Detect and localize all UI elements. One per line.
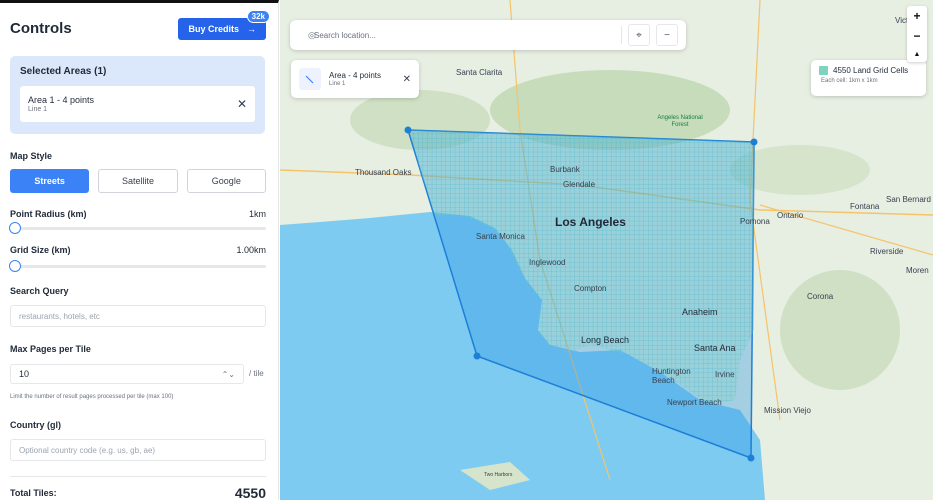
point-radius-value: 1km xyxy=(248,209,266,219)
map-canvas[interactable]: Los Angeles Burbank Glendale Santa Monic… xyxy=(280,0,933,500)
stepper-icon[interactable]: ⌃⌄ xyxy=(222,370,235,379)
style-streets-button[interactable]: Streets xyxy=(10,169,90,193)
max-pages-value: 10 xyxy=(19,369,30,379)
compass-icon[interactable]: ▲ xyxy=(914,51,921,58)
total-tiles-value: 4550 xyxy=(234,485,266,500)
area-chip[interactable]: Area - 4 points Line 1 ✕ xyxy=(291,60,419,98)
grid-size-value: 1.00km xyxy=(236,245,266,255)
collapse-button[interactable]: − xyxy=(656,24,678,46)
controls-sidebar: Controls Buy Credits → 32k Selected Area… xyxy=(0,0,279,500)
place-label-moreno: Moren xyxy=(906,266,929,275)
country-input[interactable]: Optional country code (e.g. us, gb, ae) xyxy=(10,439,266,461)
point-radius-row: Point Radius (km) 1km xyxy=(10,209,266,219)
style-satellite-button[interactable]: Satellite xyxy=(98,169,178,193)
grid-legend: 4550 Land Grid Cells Each cell: 1km x 1k… xyxy=(811,60,926,96)
remove-area-icon[interactable]: ✕ xyxy=(237,97,247,111)
map-style-label: Map Style xyxy=(10,151,53,161)
max-pages-hint: Limit the number of result pages process… xyxy=(10,394,174,400)
zoom-controls: + − ▲ xyxy=(907,6,927,62)
place-label-long-beach: Long Beach xyxy=(581,335,630,345)
point-radius-label: Point Radius (km) xyxy=(10,209,87,219)
total-tiles-label: Total Tiles: xyxy=(10,488,57,498)
search-query-input[interactable]: restaurants, hotels, etc xyxy=(10,305,266,327)
legend-title: 4550 Land Grid Cells xyxy=(833,66,909,75)
place-label-los-angeles: Los Angeles xyxy=(555,215,626,229)
arrow-right-icon: → xyxy=(247,24,256,34)
place-label-irvine: Irvine xyxy=(715,370,735,379)
place-label-huntington-beach: Huntington Beach xyxy=(652,367,691,385)
map-style-toggle: Streets Satellite Google xyxy=(10,169,266,193)
grid-size-row: Grid Size (km) 1.00km xyxy=(10,245,266,255)
search-query-label: Search Query xyxy=(10,286,69,296)
point-radius-slider[interactable] xyxy=(9,222,266,234)
legend-subtitle: Each cell: 1km x 1km xyxy=(821,78,878,84)
selected-area-subtitle: Line 1 xyxy=(28,106,48,113)
place-label-anaheim: Anaheim xyxy=(682,307,718,317)
place-label-fontana: Fontana xyxy=(850,202,880,211)
place-label-mission-viejo: Mission Viejo xyxy=(764,406,811,415)
max-pages-input[interactable]: 10 ⌃⌄ xyxy=(10,364,244,384)
place-label-glendale: Glendale xyxy=(563,180,596,189)
max-pages-unit: / tile xyxy=(249,369,264,378)
buy-credits-button[interactable]: Buy Credits → 32k xyxy=(178,10,270,40)
place-label-corona: Corona xyxy=(807,292,834,301)
place-label-riverside: Riverside xyxy=(870,247,904,256)
country-label: Country (gl) xyxy=(10,420,61,430)
place-label-newport-beach: Newport Beach xyxy=(667,398,722,407)
place-label-inglewood: Inglewood xyxy=(529,258,566,267)
legend-swatch xyxy=(819,66,828,75)
zoom-out-button[interactable]: − xyxy=(913,30,920,42)
place-label-santa-clarita: Santa Clarita xyxy=(456,68,503,77)
polygon-vertex xyxy=(404,126,412,134)
place-label-santa-monica: Santa Monica xyxy=(476,232,525,241)
style-google-button[interactable]: Google xyxy=(186,169,266,193)
place-label-santa-ana: Santa Ana xyxy=(694,343,736,353)
locate-me-button[interactable]: ⌖ xyxy=(628,24,650,46)
total-tiles-row: Total Tiles: 4550 xyxy=(10,485,266,500)
location-pin-icon: ◎ xyxy=(308,29,316,40)
zoom-in-button[interactable]: + xyxy=(913,10,920,22)
area-chip-subtitle: Line 1 xyxy=(329,81,346,87)
place-label-two-harbors: Two Harbors xyxy=(484,472,513,478)
credits-badge: 32k xyxy=(246,10,270,23)
sidebar-title: Controls xyxy=(10,19,72,37)
location-search-input[interactable]: Search location... xyxy=(298,26,622,44)
place-label-burbank: Burbank xyxy=(550,165,580,174)
grid-size-thumb[interactable] xyxy=(9,260,21,272)
max-pages-label: Max Pages per Tile xyxy=(10,344,91,354)
grid-size-label: Grid Size (km) xyxy=(10,245,71,255)
place-label-san-bernardino: San Bernard xyxy=(886,195,931,204)
divider xyxy=(10,476,266,477)
line-icon xyxy=(299,68,321,90)
minus-icon: − xyxy=(664,29,670,41)
selected-area-name: Area 1 - 4 points xyxy=(28,95,95,105)
polygon-vertex xyxy=(473,352,481,360)
place-label-compton: Compton xyxy=(574,284,607,293)
polygon-vertex xyxy=(750,138,758,146)
polygon-vertex xyxy=(747,454,755,462)
selected-area-item[interactable]: Area 1 - 4 points Line 1 ✕ xyxy=(20,86,255,122)
area-chip-name: Area - 4 points xyxy=(329,71,382,80)
place-label-thousand-oaks: Thousand Oaks xyxy=(355,168,412,177)
place-label-pomona: Pomona xyxy=(740,217,770,226)
grid-size-slider[interactable] xyxy=(9,260,266,272)
buy-credits-label: Buy Credits xyxy=(188,24,239,34)
sidebar-header: Controls Buy Credits → 32k xyxy=(0,3,278,53)
close-icon[interactable]: ✕ xyxy=(403,74,411,85)
place-label-angeles-forest: Angeles National Forest xyxy=(657,115,703,128)
selected-areas-title: Selected Areas (1) xyxy=(20,66,107,77)
location-search-bar: ◎ Search location... ⌖ − xyxy=(290,20,686,50)
point-radius-thumb[interactable] xyxy=(9,222,21,234)
place-label-ontario: Ontario xyxy=(777,211,804,220)
selected-areas-panel: Selected Areas (1) Area 1 - 4 points Lin… xyxy=(10,56,265,134)
map-pin-icon: ⌖ xyxy=(636,29,642,41)
